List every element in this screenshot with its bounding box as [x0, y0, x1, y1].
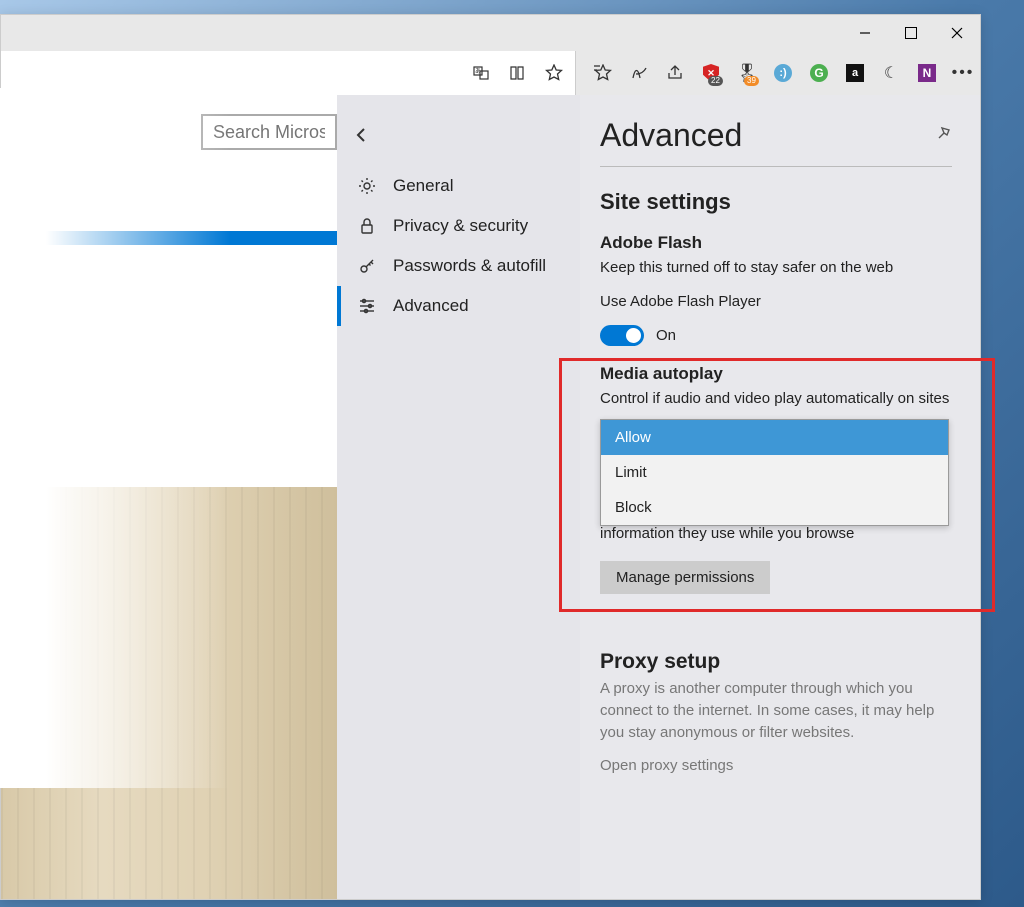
lock-icon	[357, 216, 377, 236]
ghostery-icon[interactable]: :)	[774, 64, 792, 82]
maximize-button[interactable]	[888, 15, 934, 51]
more-icon[interactable]: •••	[954, 64, 972, 82]
browser-window: あ ✕22 🎖39 :) G a ☾ N •••	[0, 14, 981, 900]
back-button[interactable]	[337, 127, 580, 166]
titlebar	[1, 15, 980, 51]
settings-panel: General Privacy & security Passwords & a…	[337, 95, 980, 899]
rewards-icon[interactable]: 🎖39	[738, 64, 756, 82]
flash-title: Adobe Flash	[600, 233, 952, 253]
browser-toolbar: あ ✕22 🎖39 :) G a ☾ N •••	[1, 51, 980, 95]
favorite-star-icon[interactable]	[545, 64, 563, 82]
reading-view-icon[interactable]	[509, 64, 527, 82]
flash-toggle-label: Use Adobe Flash Player	[600, 291, 952, 313]
gear-icon	[357, 176, 377, 196]
share-icon[interactable]	[666, 64, 684, 82]
amazon-icon[interactable]: a	[846, 64, 864, 82]
page-content-background	[1, 109, 337, 899]
manage-permissions-button[interactable]: Manage permissions	[600, 561, 770, 594]
adblock-icon[interactable]: ✕22	[702, 64, 720, 82]
pin-button[interactable]	[936, 125, 952, 146]
notes-icon[interactable]	[630, 64, 648, 82]
key-icon	[357, 256, 377, 276]
settings-content: Advanced Site settings Adobe Flash Keep …	[580, 95, 980, 899]
flash-toggle-state: On	[656, 327, 676, 344]
close-button[interactable]	[934, 15, 980, 51]
onenote-icon[interactable]: N	[918, 64, 936, 82]
translate-icon[interactable]: あ	[473, 64, 491, 82]
divider	[600, 166, 952, 167]
autoplay-desc: Control if audio and video play automati…	[600, 388, 952, 410]
autoplay-option-block[interactable]: Block	[601, 490, 948, 525]
grammarly-icon[interactable]: G	[810, 64, 828, 82]
favorites-list-icon[interactable]	[594, 64, 612, 82]
page-band	[1, 231, 337, 245]
extension-toolbar: ✕22 🎖39 :) G a ☾ N •••	[576, 51, 972, 95]
proxy-title: Proxy setup	[600, 650, 952, 674]
sliders-icon	[357, 296, 377, 316]
sidebar-item-general[interactable]: General	[337, 166, 580, 206]
page-wood-bg	[1, 487, 337, 899]
settings-sidebar: General Privacy & security Passwords & a…	[337, 95, 580, 899]
page-title: Advanced	[600, 117, 952, 154]
svg-text:あ: あ	[475, 68, 481, 75]
sidebar-item-label: Privacy & security	[393, 216, 528, 236]
website-perm-fragment: information they use while you browse	[600, 523, 952, 545]
flash-desc: Keep this turned off to stay safer on th…	[600, 257, 952, 279]
search-input[interactable]	[201, 114, 337, 150]
sidebar-item-label: Passwords & autofill	[393, 256, 546, 276]
autoplay-select-open: Allow Limit Block	[600, 419, 949, 526]
sidebar-item-passwords[interactable]: Passwords & autofill	[337, 246, 580, 286]
sidebar-item-privacy[interactable]: Privacy & security	[337, 206, 580, 246]
autoplay-option-limit[interactable]: Limit	[601, 455, 948, 490]
sidebar-item-advanced[interactable]: Advanced	[337, 286, 580, 326]
address-bar[interactable]: あ	[1, 51, 576, 95]
open-proxy-button[interactable]: Open proxy settings	[600, 755, 952, 777]
autoplay-title: Media autoplay	[600, 364, 952, 384]
sidebar-item-label: Advanced	[393, 296, 469, 316]
sidebar-item-label: General	[393, 176, 453, 196]
section-site-settings: Site settings	[600, 189, 952, 215]
proxy-desc: A proxy is another computer through whic…	[600, 678, 952, 743]
autoplay-option-allow[interactable]: Allow	[601, 420, 948, 455]
flash-toggle[interactable]	[600, 325, 644, 346]
minimize-button[interactable]	[842, 15, 888, 51]
night-mode-icon[interactable]: ☾	[882, 64, 900, 82]
maximize-icon	[905, 27, 917, 39]
